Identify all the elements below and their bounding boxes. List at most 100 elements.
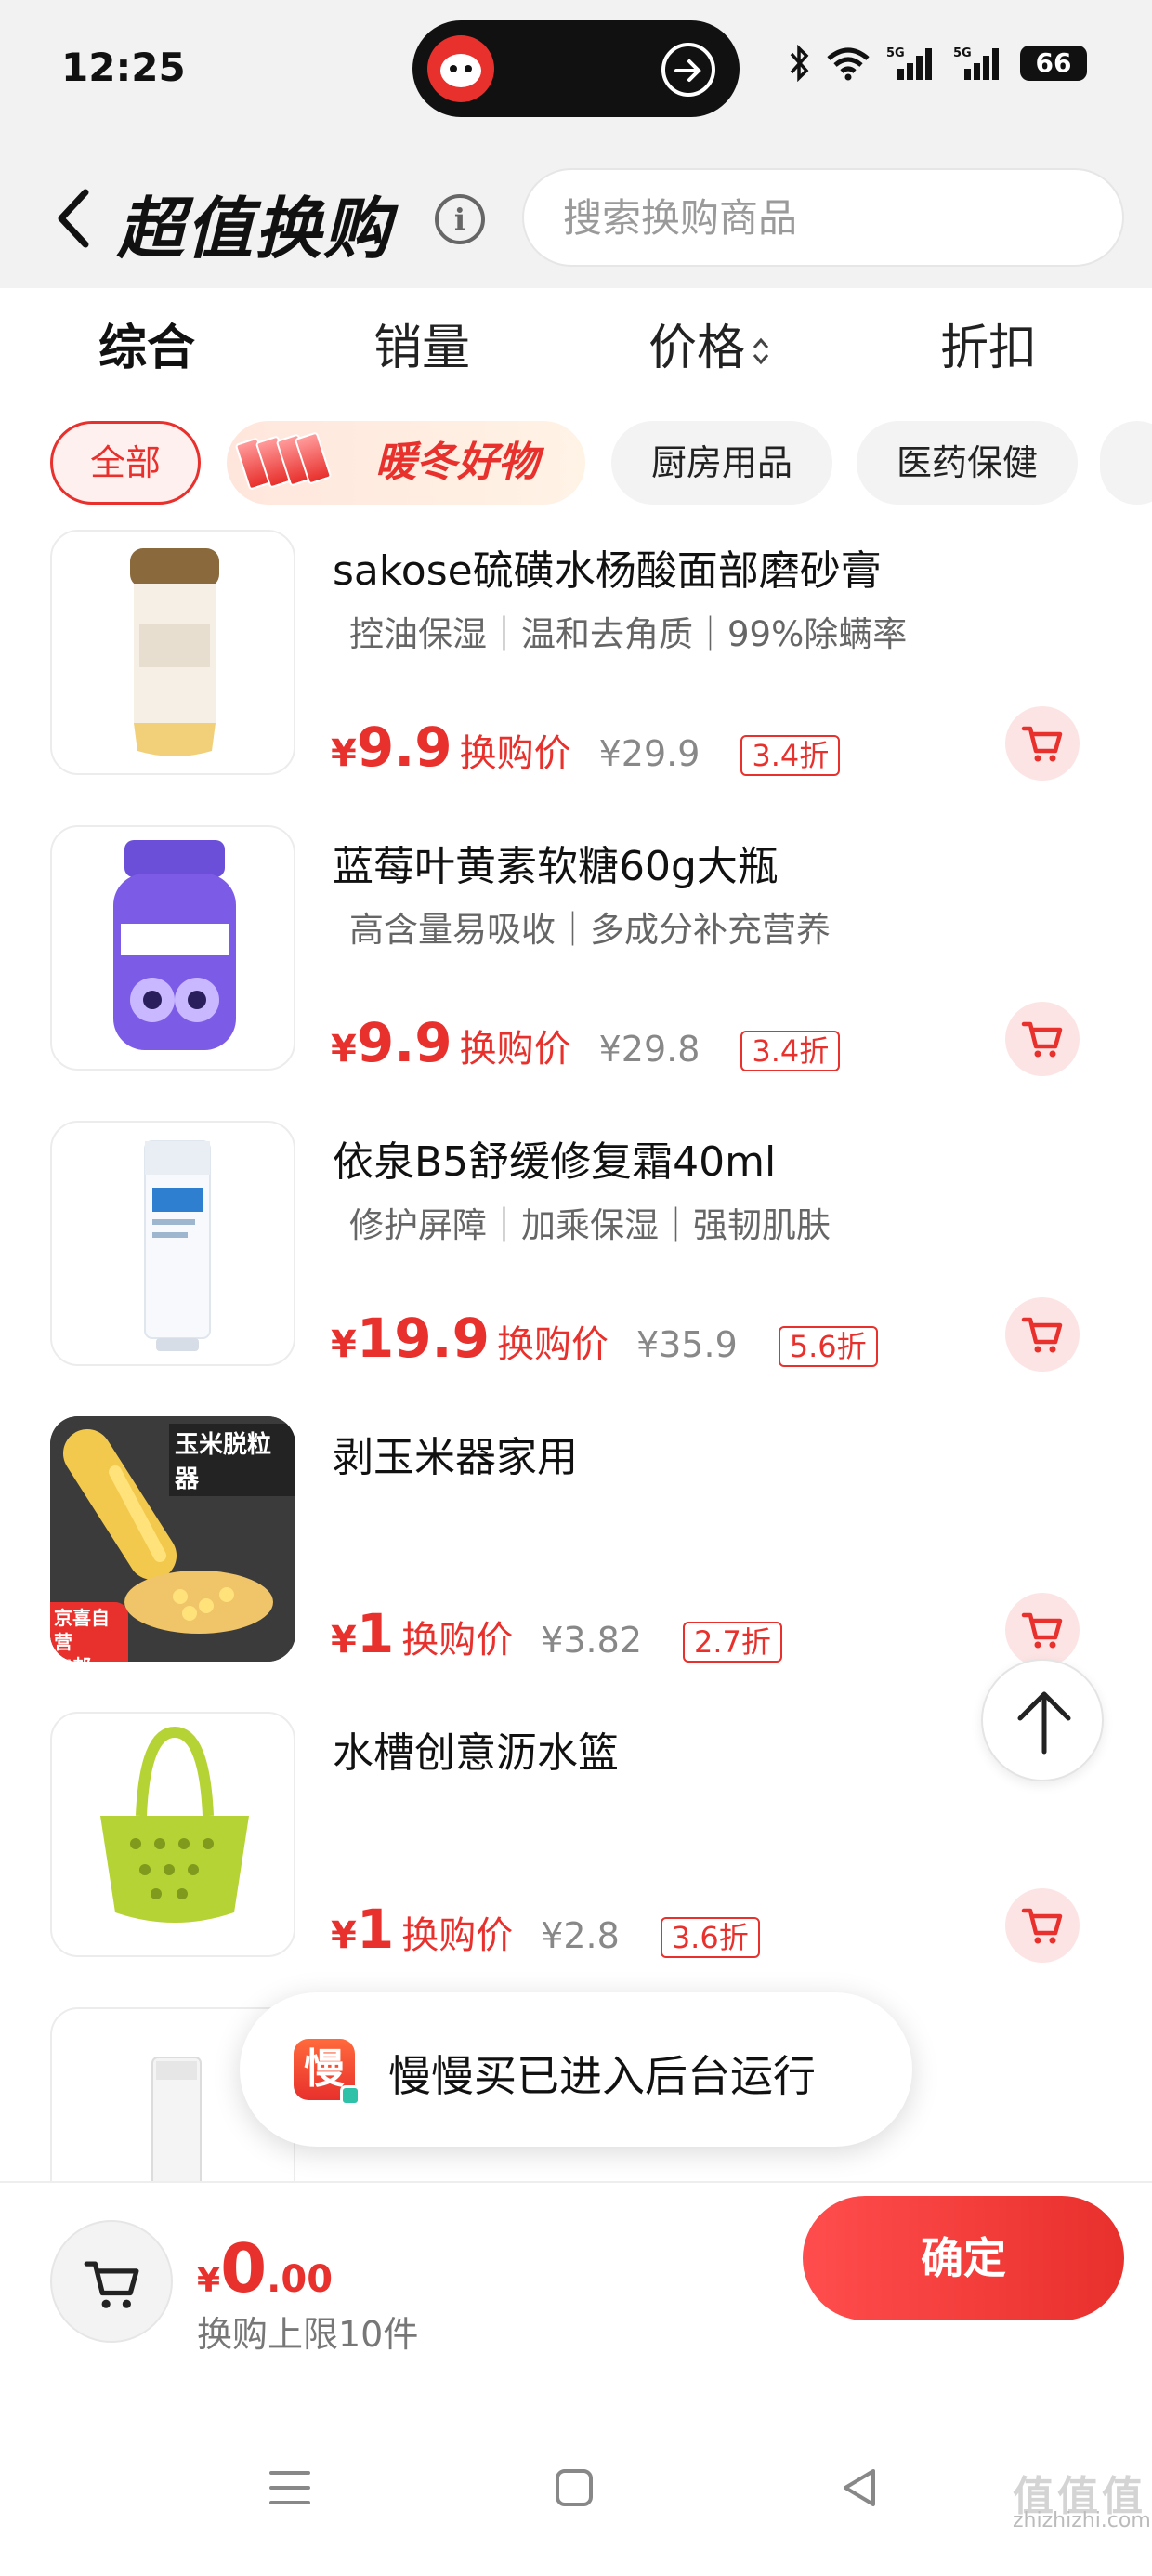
arrow-up-icon — [1017, 1691, 1071, 1755]
original-price: ¥3.82 — [541, 1620, 642, 1661]
search-input[interactable] — [563, 170, 1102, 265]
cart-icon — [1021, 726, 1063, 762]
status-bar: 12:25 5G 5G 66 — [0, 0, 1152, 135]
tab-comprehensive[interactable]: 综合 — [98, 309, 195, 378]
tab-discount[interactable]: 折扣 — [940, 309, 1037, 378]
price-row: ¥ 1 换购价 ¥3.82 2.7折 — [331, 1602, 782, 1665]
price-label: 换购价 — [401, 1914, 514, 1957]
menu-nav-button[interactable] — [262, 2460, 318, 2516]
price-symbol: ¥ — [331, 732, 357, 775]
price-label: 换购价 — [496, 1323, 609, 1366]
signal-5g-icon: 5G — [886, 46, 932, 80]
sort-arrows-icon — [753, 337, 769, 365]
list-item[interactable]: sakose硫磺水杨酸面部磨砂膏 控油保湿｜温和去角质｜99%除螨率 ¥ 9.9… — [0, 520, 1152, 816]
list-item[interactable]: 蓝莓叶黄素软糖60g大瓶 高含量易吸收｜多成分补充营养 ¥ 9.9 换购价 ¥2… — [0, 816, 1152, 1111]
svg-text:5G: 5G — [953, 46, 972, 60]
item-name: 水槽创意沥水篮 — [333, 1729, 619, 1777]
promo-product-icon — [234, 431, 333, 492]
chip-health[interactable]: 医药保健 — [857, 421, 1078, 505]
list-item[interactable]: 水槽创意沥水篮 ¥ 1 换购价 ¥2.8 3.6折 — [0, 1702, 1152, 1998]
chip-kitchen[interactable]: 厨房用品 — [611, 421, 832, 505]
discount-badge: 2.7折 — [683, 1622, 782, 1663]
price-symbol: ¥ — [331, 1619, 357, 1662]
dynamic-island[interactable] — [412, 20, 740, 117]
status-icons: 5G 5G 66 — [788, 45, 1087, 82]
search-box[interactable] — [522, 168, 1124, 267]
back-button[interactable] — [46, 181, 102, 256]
home-nav-button[interactable] — [546, 2460, 602, 2516]
enter-app-icon[interactable] — [661, 43, 715, 97]
cart-icon — [84, 2261, 139, 2308]
add-to-cart-button[interactable] — [1005, 1297, 1080, 1372]
add-to-cart-button[interactable] — [1005, 706, 1080, 781]
price-label: 换购价 — [401, 1619, 514, 1662]
battery-indicator: 66 — [1020, 46, 1087, 81]
svg-text:5G: 5G — [886, 46, 905, 60]
list-item[interactable]: 依泉B5舒缓修复霜40ml 修护屏障｜加乘保湿｜强韧肌肤 ¥ 19.9 换购价 … — [0, 1111, 1152, 1407]
list-item[interactable]: 玉米脱粒器 京喜自营 包邮 剥玉米器家用 ¥ 1 换购价 ¥3.82 2.7折 — [0, 1407, 1152, 1702]
back-to-top-button[interactable] — [981, 1659, 1104, 1781]
original-price: ¥2.8 — [541, 1915, 620, 1956]
item-name: 剥玉米器家用 — [333, 1434, 578, 1481]
app-mascot-icon — [427, 35, 494, 102]
exchange-price: 1 — [356, 1602, 395, 1665]
item-name: 依泉B5舒缓修复霜40ml — [333, 1138, 777, 1186]
sort-tabs: 综合 销量 价格 折扣 — [0, 288, 1152, 395]
category-chips: 全部 暖冬好物 厨房用品 医药保健 — [0, 414, 1152, 510]
info-icon[interactable]: i — [435, 194, 485, 244]
wifi-icon — [827, 47, 870, 81]
tab-sales[interactable]: 销量 — [373, 309, 470, 378]
bluetooth-icon — [790, 45, 809, 82]
item-name: sakose硫磺水杨酸面部磨砂膏 — [333, 547, 882, 595]
exchange-limit: 换购上限10件 — [197, 2314, 419, 2355]
exchange-price: 19.9 — [356, 1307, 490, 1370]
page-title: 超值换购 — [117, 190, 393, 268]
item-tags: 修护屏障｜加乘保湿｜强韧肌肤 — [349, 1205, 831, 1245]
confirm-button[interactable]: 确定 — [803, 2196, 1124, 2320]
bottom-bar: ¥0.00 换购上限10件 确定 — [0, 2181, 1152, 2385]
add-to-cart-button[interactable] — [1005, 1888, 1080, 1963]
header: 超值换购 i — [0, 135, 1152, 288]
exchange-price: 9.9 — [356, 1011, 452, 1074]
signal-5g-icon: 5G — [953, 46, 999, 80]
tab-price-label: 价格 — [648, 321, 746, 376]
item-tags: 控油保湿｜温和去角质｜99%除螨率 — [349, 614, 908, 654]
price-row: ¥ 9.9 换购价 ¥29.8 3.4折 — [331, 1011, 841, 1074]
watermark-url: zhizhizhi.com — [1013, 2509, 1151, 2532]
cart-icon — [1021, 1021, 1063, 1058]
chip-more[interactable] — [1100, 421, 1152, 505]
product-list: sakose硫磺水杨酸面部磨砂膏 控油保湿｜温和去角质｜99%除螨率 ¥ 9.9… — [0, 520, 1152, 2181]
item-tags: 高含量易吸收｜多成分补充营养 — [349, 910, 831, 950]
add-to-cart-button[interactable] — [1005, 1593, 1080, 1667]
original-price: ¥35.9 — [635, 1324, 738, 1365]
price-symbol: ¥ — [331, 1914, 357, 1957]
thumb-badge: 京喜自营 包邮 — [50, 1602, 128, 1662]
original-price: ¥29.8 — [598, 1029, 700, 1070]
item-name: 蓝莓叶黄素软糖60g大瓶 — [333, 843, 779, 890]
cart-icon — [1021, 1908, 1063, 1944]
chip-winter-goods[interactable]: 暖冬好物 — [227, 421, 585, 505]
background-running-toast: 慢 慢慢买已进入后台运行 — [240, 1992, 912, 2147]
cart-icon — [1021, 1612, 1063, 1649]
price-label: 换购价 — [459, 1028, 571, 1071]
chevron-left-icon — [58, 189, 89, 248]
exchange-price: 9.9 — [356, 716, 452, 779]
discount-badge: 5.6折 — [778, 1326, 878, 1367]
product-image: 玉米脱粒器 京喜自营 包邮 — [50, 1416, 295, 1662]
product-image — [50, 1712, 295, 1957]
menu-icon — [269, 2471, 310, 2504]
discount-badge: 3.4折 — [740, 1031, 841, 1071]
price-label: 换购价 — [459, 732, 571, 775]
app-icon: 慢 — [294, 2039, 360, 2106]
product-image — [50, 1121, 295, 1366]
exchange-price: 1 — [356, 1898, 395, 1961]
add-to-cart-button[interactable] — [1005, 1002, 1080, 1076]
cart-button[interactable] — [50, 2220, 173, 2343]
discount-badge: 3.4折 — [740, 735, 841, 776]
back-nav-button[interactable] — [832, 2460, 888, 2516]
price-row: ¥ 9.9 换购价 ¥29.9 3.4折 — [331, 716, 841, 779]
product-image — [50, 825, 295, 1071]
price-symbol: ¥ — [331, 1028, 357, 1071]
chip-all[interactable]: 全部 — [50, 421, 201, 505]
tab-price[interactable]: 价格 — [648, 309, 771, 378]
